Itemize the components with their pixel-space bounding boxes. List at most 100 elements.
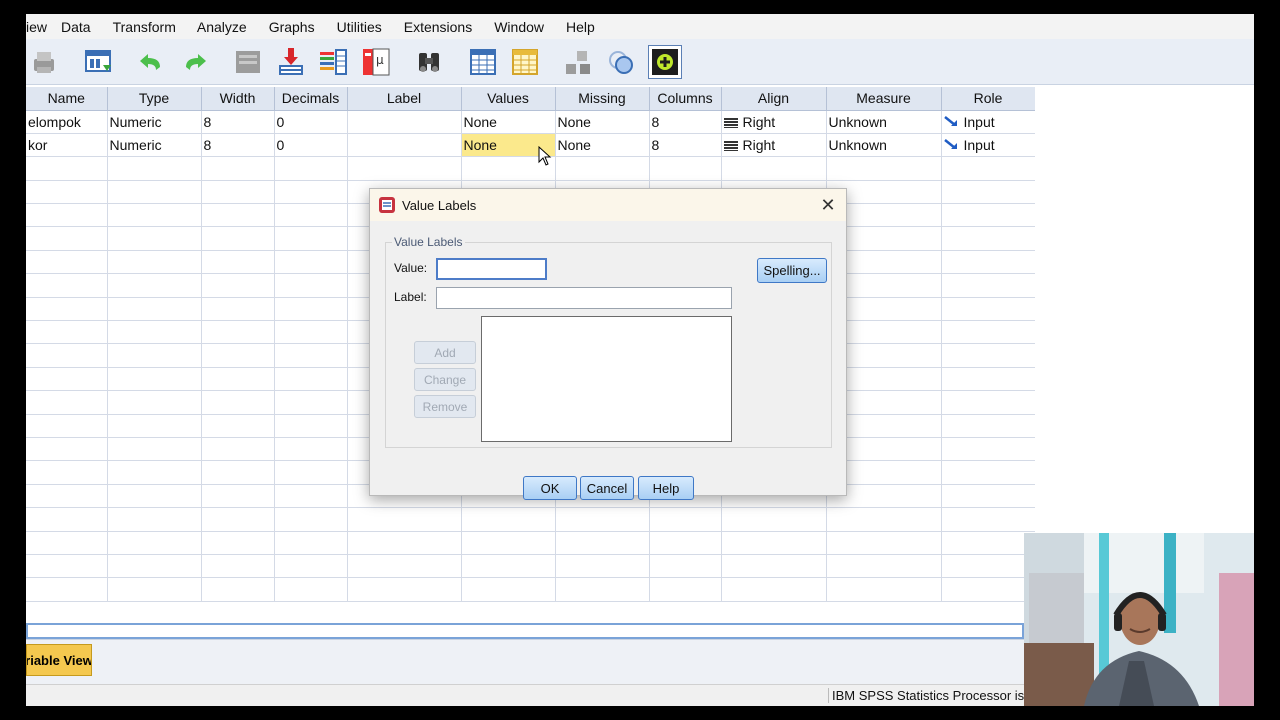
empty-cell[interactable] bbox=[274, 577, 348, 602]
cell-width[interactable]: 8 bbox=[201, 110, 275, 134]
cell-columns[interactable]: 8 bbox=[649, 110, 722, 134]
empty-cell[interactable] bbox=[26, 531, 108, 555]
cell-width[interactable]: 8 bbox=[201, 133, 275, 158]
empty-cell[interactable] bbox=[461, 554, 556, 579]
label-input[interactable] bbox=[436, 287, 732, 309]
ok-button[interactable]: OK bbox=[523, 476, 577, 500]
empty-cell[interactable] bbox=[26, 554, 108, 579]
empty-cell[interactable] bbox=[107, 554, 202, 579]
cancel-button[interactable]: Cancel bbox=[580, 476, 634, 500]
empty-cell[interactable] bbox=[941, 180, 1036, 205]
empty-cell[interactable] bbox=[941, 577, 1036, 602]
empty-cell[interactable] bbox=[274, 320, 348, 345]
empty-cell[interactable] bbox=[26, 250, 108, 275]
cell-label[interactable] bbox=[347, 110, 462, 134]
col-header-label[interactable]: Label bbox=[347, 87, 462, 111]
empty-cell[interactable] bbox=[941, 414, 1036, 438]
cell-measure[interactable]: Unknown bbox=[826, 110, 942, 134]
cell-missing[interactable]: None bbox=[555, 110, 650, 134]
empty-cell[interactable] bbox=[107, 320, 202, 345]
add-on-icon[interactable] bbox=[648, 45, 682, 79]
redo-icon[interactable] bbox=[178, 45, 212, 79]
empty-cell[interactable] bbox=[107, 367, 202, 392]
empty-cell[interactable] bbox=[274, 414, 348, 438]
cell-type[interactable]: Numeric bbox=[107, 133, 202, 158]
empty-cell[interactable] bbox=[107, 343, 202, 368]
empty-cell[interactable] bbox=[941, 343, 1036, 368]
empty-cell[interactable] bbox=[941, 320, 1036, 345]
empty-cell[interactable] bbox=[26, 577, 108, 602]
cell-measure[interactable]: Unknown bbox=[826, 133, 942, 158]
empty-cell[interactable] bbox=[26, 390, 108, 415]
col-header-align[interactable]: Align bbox=[721, 87, 827, 111]
weight-cases-icon[interactable] bbox=[561, 45, 595, 79]
empty-cell[interactable] bbox=[941, 156, 1036, 181]
cell-decimals[interactable]: 0 bbox=[274, 110, 348, 134]
add-button[interactable]: Add bbox=[414, 341, 476, 364]
menu-utilities[interactable]: Utilities bbox=[337, 19, 404, 35]
empty-cell[interactable] bbox=[274, 554, 348, 579]
dialog-titlebar[interactable]: Value Labels ✕ bbox=[370, 189, 846, 221]
cell-role[interactable]: Input bbox=[941, 133, 1036, 158]
cell-columns[interactable]: 8 bbox=[649, 133, 722, 158]
cell-align[interactable]: Right bbox=[721, 110, 827, 134]
empty-cell[interactable] bbox=[941, 554, 1036, 579]
empty-cell[interactable] bbox=[941, 437, 1036, 462]
empty-cell[interactable] bbox=[721, 554, 827, 579]
empty-cell[interactable] bbox=[107, 180, 202, 205]
empty-cell[interactable] bbox=[649, 156, 722, 181]
empty-cell[interactable] bbox=[107, 460, 202, 485]
remove-button[interactable]: Remove bbox=[414, 395, 476, 418]
empty-cell[interactable] bbox=[555, 531, 650, 555]
empty-cell[interactable] bbox=[107, 250, 202, 275]
col-header-role[interactable]: Role bbox=[941, 87, 1036, 111]
horizontal-scrollbar[interactable] bbox=[26, 623, 1024, 639]
empty-cell[interactable] bbox=[941, 273, 1036, 298]
empty-cell[interactable] bbox=[826, 156, 942, 181]
empty-cell[interactable] bbox=[201, 367, 275, 392]
empty-cell[interactable] bbox=[274, 297, 348, 322]
empty-cell[interactable] bbox=[201, 577, 275, 602]
col-header-type[interactable]: Type bbox=[107, 87, 202, 111]
empty-cell[interactable] bbox=[555, 507, 650, 532]
cell-missing[interactable]: None bbox=[555, 133, 650, 158]
menu-window[interactable]: Window bbox=[494, 19, 566, 35]
empty-cell[interactable] bbox=[347, 156, 462, 181]
cell-align[interactable]: Right bbox=[721, 133, 827, 158]
find-icon[interactable] bbox=[412, 45, 446, 79]
value-labels-icon[interactable]: µ bbox=[359, 45, 393, 79]
empty-cell[interactable] bbox=[107, 156, 202, 181]
empty-cell[interactable] bbox=[274, 273, 348, 298]
empty-cell[interactable] bbox=[107, 507, 202, 532]
empty-cell[interactable] bbox=[941, 507, 1036, 532]
empty-cell[interactable] bbox=[461, 531, 556, 555]
empty-cell[interactable] bbox=[107, 203, 202, 228]
empty-cell[interactable] bbox=[941, 484, 1036, 509]
menu-help[interactable]: Help bbox=[566, 19, 607, 35]
empty-cell[interactable] bbox=[201, 226, 275, 251]
empty-cell[interactable] bbox=[274, 484, 348, 509]
value-input[interactable] bbox=[436, 258, 547, 280]
empty-cell[interactable] bbox=[347, 554, 462, 579]
col-header-width[interactable]: Width bbox=[201, 87, 275, 111]
empty-cell[interactable] bbox=[347, 577, 462, 602]
empty-cell[interactable] bbox=[826, 531, 942, 555]
empty-cell[interactable] bbox=[201, 484, 275, 509]
empty-cell[interactable] bbox=[201, 554, 275, 579]
col-header-decimals[interactable]: Decimals bbox=[274, 87, 348, 111]
empty-cell[interactable] bbox=[941, 297, 1036, 322]
empty-cell[interactable] bbox=[941, 531, 1036, 555]
empty-cell[interactable] bbox=[26, 273, 108, 298]
empty-cell[interactable] bbox=[201, 437, 275, 462]
empty-cell[interactable] bbox=[941, 203, 1036, 228]
menu-data[interactable]: Data bbox=[61, 19, 113, 35]
spelling-button[interactable]: Spelling... bbox=[757, 258, 827, 283]
empty-cell[interactable] bbox=[274, 507, 348, 532]
tab-variable-view[interactable]: riable View bbox=[26, 644, 92, 676]
variables-icon[interactable] bbox=[316, 45, 350, 79]
empty-cell[interactable] bbox=[26, 460, 108, 485]
select-cases-icon[interactable] bbox=[508, 45, 542, 79]
empty-cell[interactable] bbox=[26, 367, 108, 392]
empty-cell[interactable] bbox=[26, 180, 108, 205]
empty-cell[interactable] bbox=[26, 226, 108, 251]
